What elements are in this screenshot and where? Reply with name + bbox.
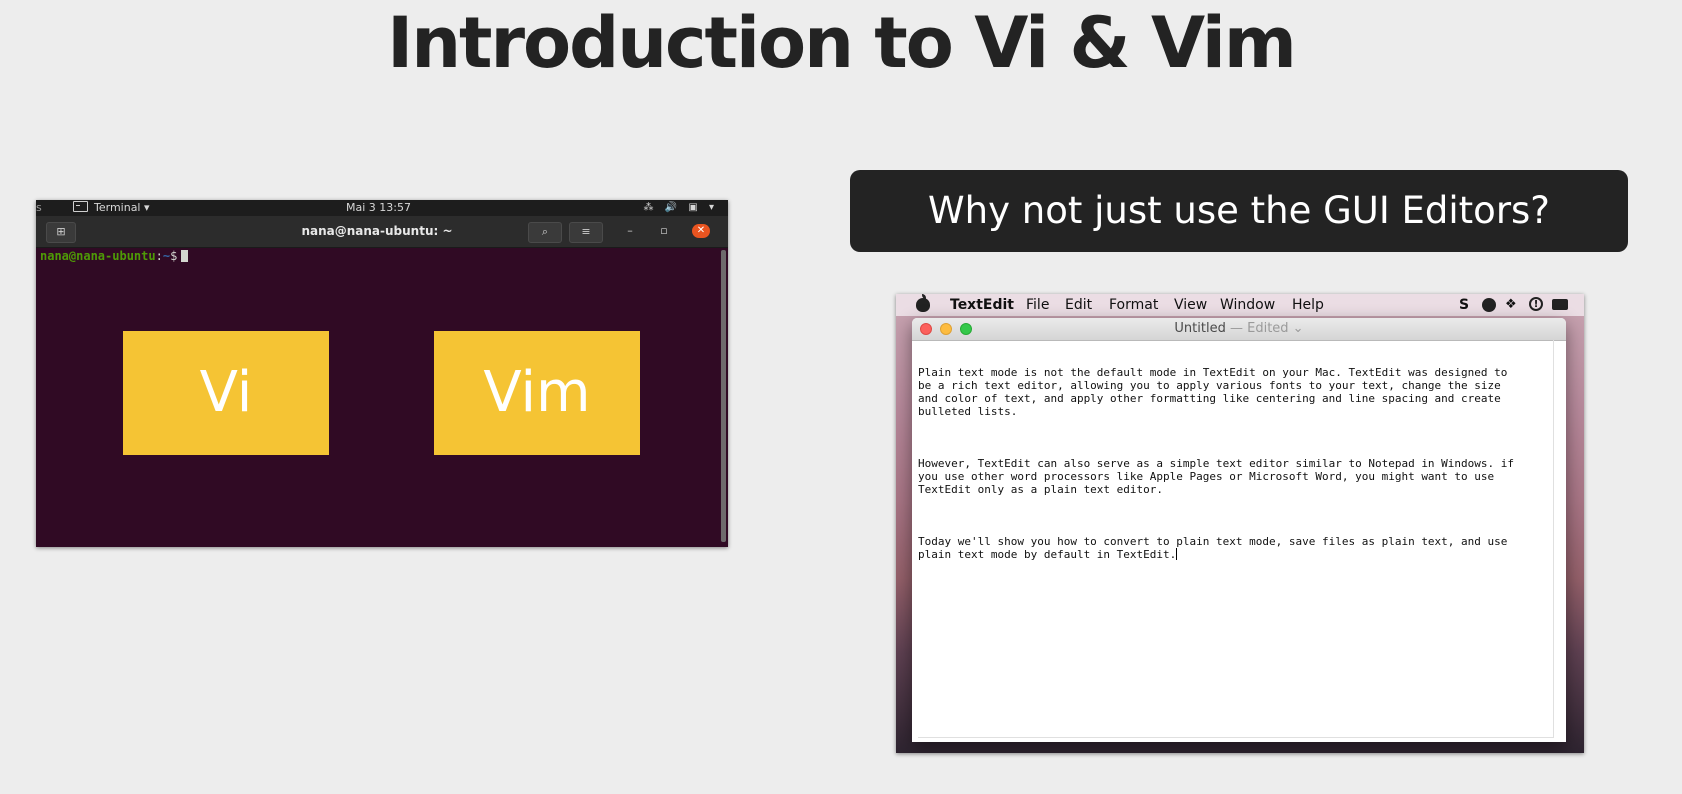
system-tray-icons[interactable]: ⁂ 🔊 ▣ ▾ — [644, 200, 718, 216]
question-banner: Why not just use the GUI Editors? — [850, 170, 1628, 252]
macos-menubar: TextEdit File Edit Format View Window He… — [896, 294, 1584, 316]
hamburger-icon: ≡ — [581, 225, 591, 238]
textedit-titlebar[interactable]: Untitled — Edited ⌄ — [912, 318, 1566, 341]
menu-window[interactable]: Window — [1220, 294, 1275, 316]
menu-help[interactable]: Help — [1292, 294, 1324, 316]
minimize-button[interactable]: – — [622, 223, 638, 239]
text-editing-area[interactable]: Plain text mode is not the default mode … — [918, 340, 1554, 738]
title-separator: — — [1225, 321, 1248, 336]
search-icon: ⌕ — [541, 225, 549, 238]
terminal-scrollbar[interactable] — [721, 250, 726, 542]
macos-desktop: TextEdit File Edit Format View Window He… — [896, 294, 1584, 753]
dropbox-icon[interactable]: ❖ — [1505, 294, 1517, 316]
textedit-window: Untitled — Edited ⌄ Plain text mode is n… — [912, 318, 1566, 742]
activities-button[interactable]: s — [36, 200, 42, 216]
paragraph: Plain text mode is not the default mode … — [918, 366, 1508, 418]
paragraph: Today we'll show you how to convert to p… — [918, 535, 1553, 561]
hamburger-menu-button[interactable]: ≡ — [569, 222, 603, 243]
terminal-title: nana@nana-ubuntu: ~ — [301, 224, 453, 238]
app-menu-terminal[interactable]: Terminal ▾ — [73, 200, 150, 216]
menu-view[interactable]: View — [1174, 294, 1207, 316]
document-state: Edited ⌄ — [1247, 321, 1304, 336]
app-menu-label: Terminal ▾ — [94, 201, 150, 214]
status-circle-icon[interactable] — [1482, 298, 1496, 312]
maximize-button[interactable]: ▫ — [656, 223, 672, 239]
slide-title: Introduction to Vi & Vim — [387, 2, 1297, 84]
text-cursor — [181, 250, 189, 262]
terminal-icon — [73, 201, 88, 212]
prompt-userhost: nana@nana-ubuntu — [40, 249, 156, 263]
prompt-symbol: $ — [170, 249, 178, 263]
menu-file[interactable]: File — [1026, 294, 1049, 316]
prompt-colon: : — [155, 249, 163, 263]
terminal-headerbar: ⊞ nana@nana-ubuntu: ~ ⌕ ≡ – ▫ ✕ — [36, 216, 728, 248]
apple-menu-icon[interactable] — [916, 294, 930, 312]
new-tab-icon: ⊞ — [56, 225, 66, 238]
alert-icon[interactable]: ! — [1529, 297, 1543, 311]
menu-edit[interactable]: Edit — [1065, 294, 1092, 316]
clock[interactable]: Mai 3 13:57 — [346, 200, 496, 216]
status-s-icon[interactable]: S — [1459, 294, 1469, 316]
search-button[interactable]: ⌕ — [528, 222, 562, 243]
menu-app-textedit[interactable]: TextEdit — [950, 294, 1014, 316]
shell-prompt[interactable]: nana@nana-ubuntu:~$ — [40, 248, 189, 264]
display-icon[interactable] — [1552, 299, 1568, 310]
document-title[interactable]: Untitled — Edited ⌄ — [912, 318, 1566, 340]
prompt-path: ~ — [162, 249, 171, 263]
terminal-window: s Terminal ▾ Mai 3 13:57 ⁂ 🔊 ▣ ▾ ⊞ nana@… — [36, 200, 728, 547]
menu-format[interactable]: Format — [1109, 294, 1158, 316]
close-button[interactable]: ✕ — [692, 224, 710, 238]
vi-label-box: Vi — [123, 331, 329, 455]
gnome-top-bar: s Terminal ▾ Mai 3 13:57 ⁂ 🔊 ▣ ▾ — [36, 200, 728, 216]
paragraph: However, TextEdit can also serve as a si… — [918, 457, 1515, 496]
new-tab-button[interactable]: ⊞ — [46, 222, 76, 243]
vim-label-box: Vim — [434, 331, 640, 455]
document-name: Untitled — [1174, 321, 1226, 336]
